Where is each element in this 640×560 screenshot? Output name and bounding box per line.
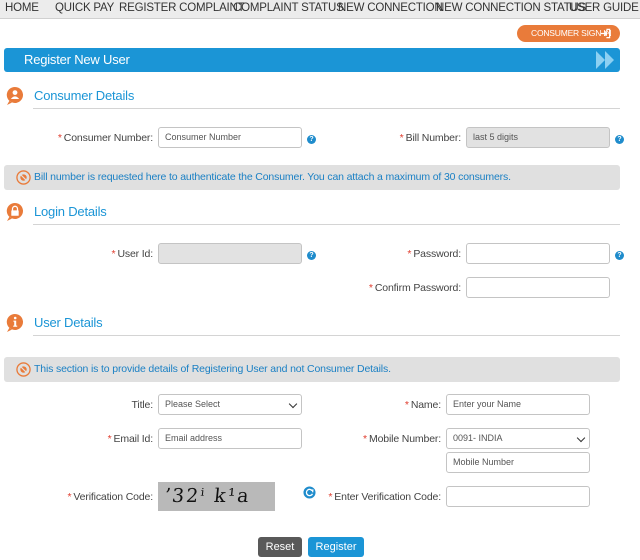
user-info-box: This section is to provide details of Re… [4, 357, 620, 382]
nav-new-connection-status[interactable]: NEW CONNECTION STATUS [436, 2, 586, 14]
alert-icon [16, 362, 31, 377]
mobile-number-label: * Mobile Number: [363, 433, 441, 445]
consumer-info-box: Bill number is requested here to authent… [4, 165, 620, 190]
name-label: * Name: [404, 399, 441, 411]
password-input[interactable] [466, 243, 610, 264]
nav-new-connection[interactable]: NEW CONNECTION [338, 2, 443, 14]
help-icon[interactable]: ? [615, 251, 624, 260]
email-label: * Email Id: [107, 433, 154, 445]
section-title-consumer-details: Consumer Details [34, 88, 135, 103]
consumer-info-text: Bill number is requested here to authent… [34, 171, 511, 183]
lock-icon [6, 202, 24, 221]
confirm-password-label: * Confirm Password: [368, 282, 461, 294]
chevron-down-icon [288, 399, 298, 409]
register-button[interactable]: Register [308, 537, 364, 557]
section-divider [33, 224, 620, 225]
help-icon[interactable]: ? [307, 251, 316, 260]
reset-button[interactable]: Reset [258, 537, 302, 557]
info-icon [6, 313, 24, 332]
bill-number-label: * Bill Number: [399, 132, 461, 144]
captcha-image: ʼ32ⁱ k¹a [158, 482, 275, 511]
nav-register-complaint[interactable]: REGISTER COMPLAINT [119, 2, 245, 14]
consumer-signin-button[interactable]: CONSUMER SIGN IN [517, 25, 620, 42]
chevron-down-icon [576, 433, 586, 443]
captcha-text: ʼ32ⁱ k¹a [162, 485, 252, 507]
enter-verification-code-label: * Enter Verification Code: [328, 491, 441, 503]
alert-icon [16, 170, 31, 185]
verification-code-label: * Verification Code: [67, 491, 153, 503]
title-label: Title: [131, 399, 154, 411]
chevron-right-icon [605, 51, 614, 69]
user-id-label: * User Id: [111, 248, 154, 260]
section-divider [33, 108, 620, 109]
password-label: * Password: [407, 248, 461, 260]
user-id-input[interactable] [158, 243, 302, 264]
chevron-right-icon [596, 51, 605, 69]
person-icon [6, 86, 24, 105]
help-icon[interactable]: ? [615, 135, 624, 144]
nav-home[interactable]: HOME [5, 2, 39, 14]
title-select[interactable]: Please Select [158, 394, 302, 415]
nav-user-guide[interactable]: USER GUIDE [569, 2, 639, 14]
nav-complaint-status[interactable]: COMPLAINT STATUS [233, 2, 344, 14]
confirm-password-input[interactable] [466, 277, 610, 298]
email-input[interactable]: Email address [158, 428, 302, 449]
page-title: Register New User [24, 52, 130, 67]
consumer-number-label: * Consumer Number: [57, 132, 153, 144]
top-nav: HOME QUICK PAY REGISTER COMPLAINT COMPLA… [0, 0, 640, 19]
verification-code-input[interactable] [446, 486, 590, 507]
sign-in-icon [600, 28, 611, 39]
section-title-login-details: Login Details [34, 204, 107, 219]
help-icon[interactable]: ? [307, 135, 316, 144]
section-title-user-details: User Details [34, 315, 103, 330]
section-divider [33, 335, 620, 336]
mobile-number-input[interactable]: Mobile Number [446, 452, 590, 473]
country-code-select[interactable]: 0091- INDIA [446, 428, 590, 449]
name-input[interactable]: Enter your Name [446, 394, 590, 415]
refresh-icon[interactable] [303, 486, 316, 499]
user-info-text: This section is to provide details of Re… [34, 363, 391, 375]
country-code-value: 0091- INDIA [453, 433, 503, 443]
consumer-number-input[interactable]: Consumer Number [158, 127, 302, 148]
title-select-value: Please Select [165, 399, 221, 409]
bill-number-input[interactable]: last 5 digits [466, 127, 610, 148]
nav-quick-pay[interactable]: QUICK PAY [55, 2, 114, 14]
page-title-bar: Register New User [4, 48, 620, 72]
